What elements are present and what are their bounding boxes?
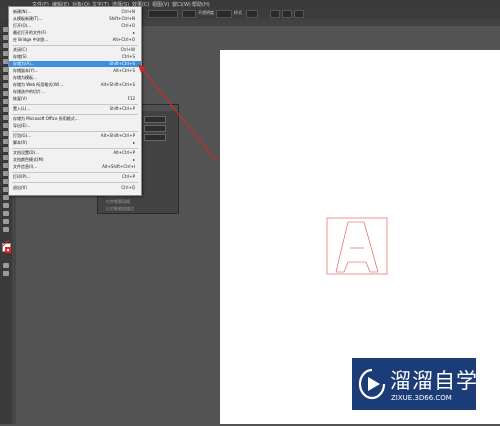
annotation-arrowhead-icon	[138, 64, 146, 73]
annotation-arrow-line	[140, 67, 217, 161]
watermark-logo: 溜溜自学 ZIXUE.3D66.COM	[352, 358, 478, 410]
watermark-title: 溜溜自学	[390, 369, 478, 393]
play-logo-icon	[358, 368, 386, 400]
watermark-url: ZIXUE.3D66.COM	[391, 394, 452, 402]
